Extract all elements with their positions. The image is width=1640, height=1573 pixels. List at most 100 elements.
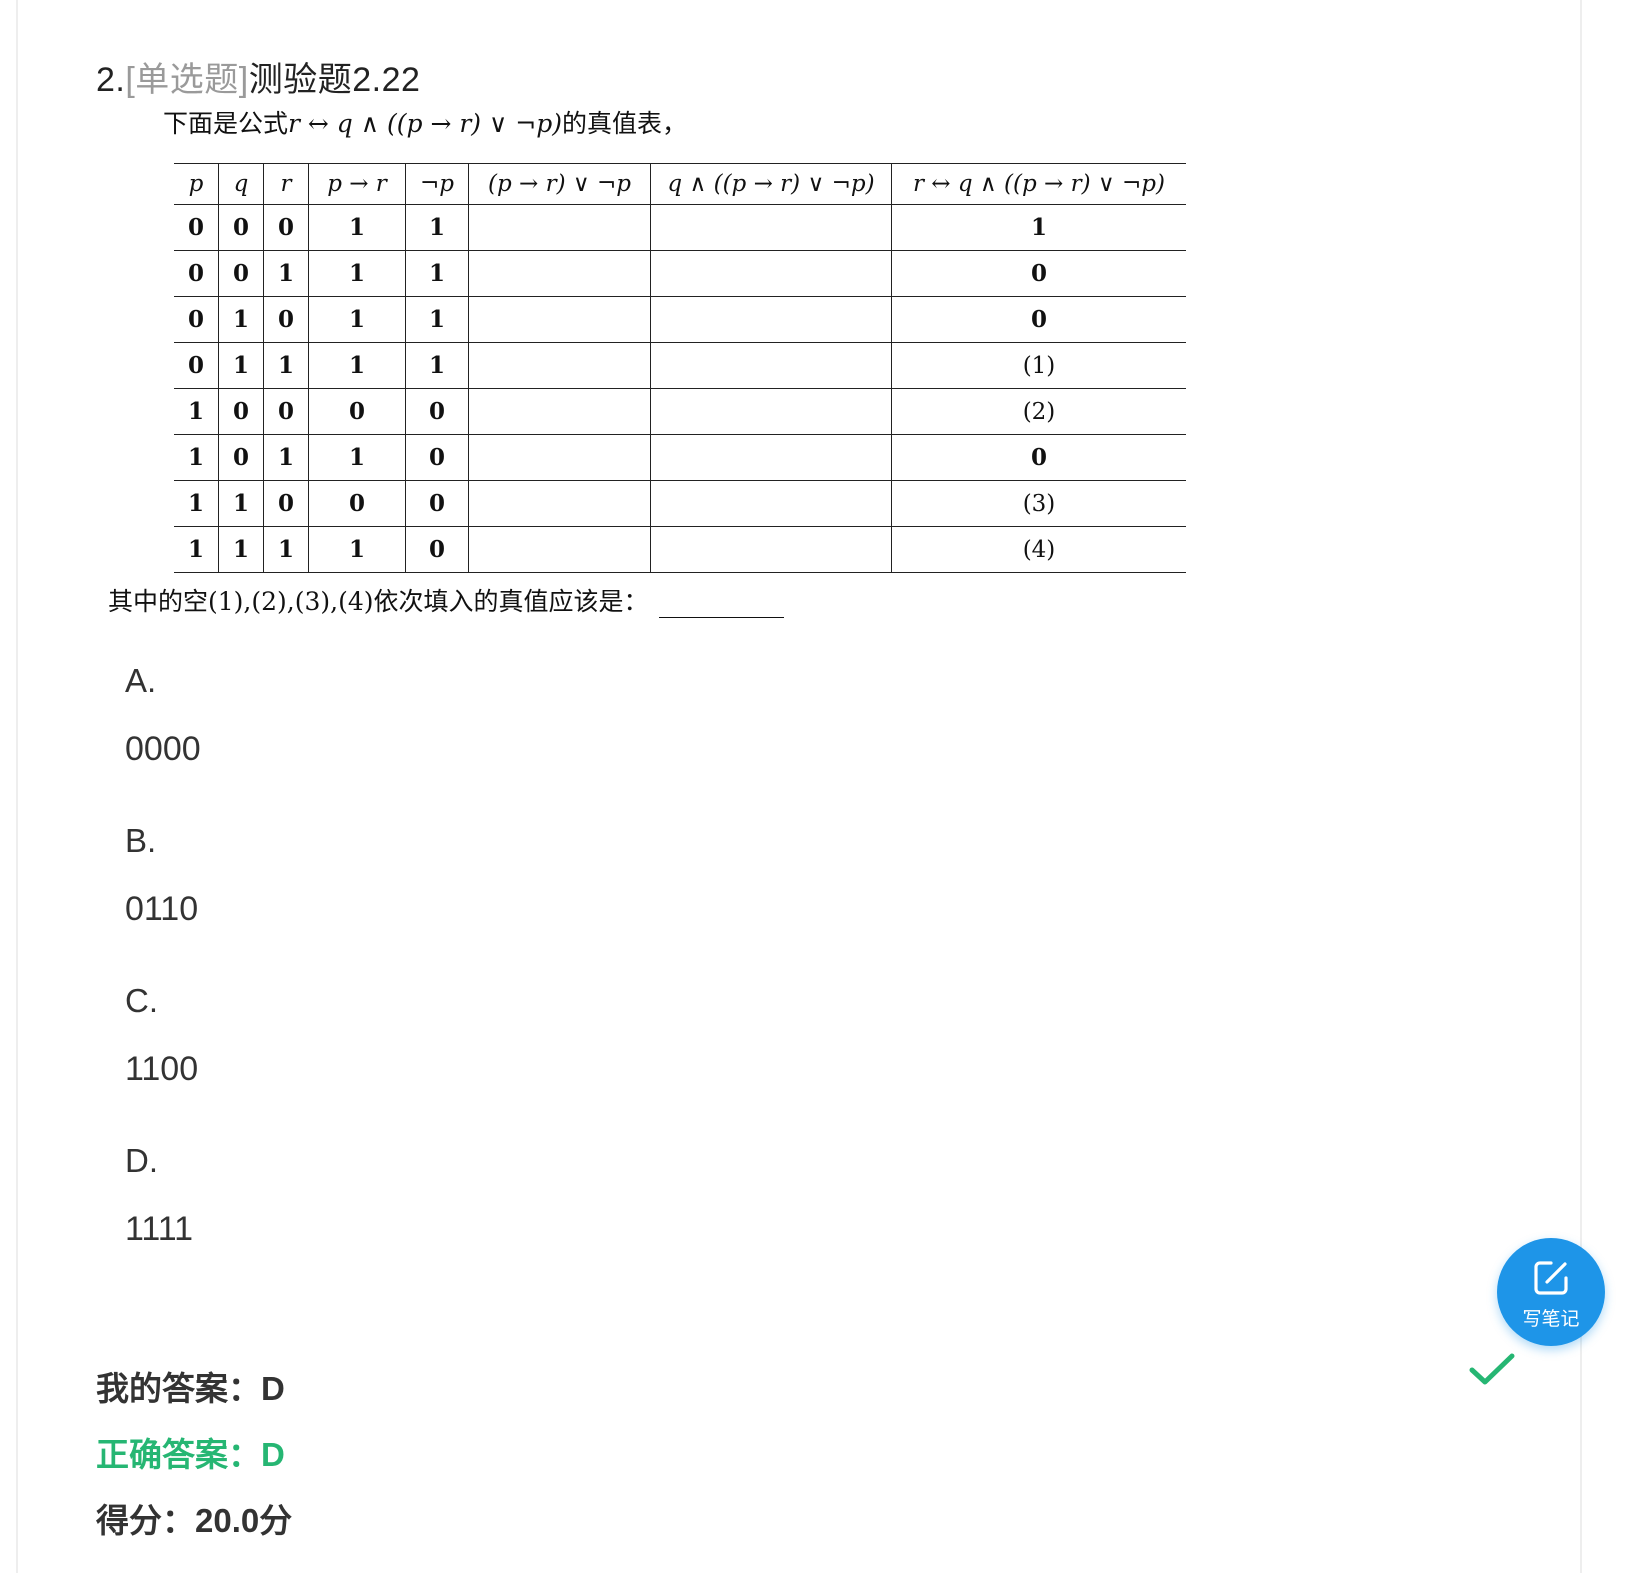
question-type-tag: [单选题] [125,61,249,99]
table-cell [650,342,892,389]
question-number: 2. [96,61,126,99]
table-cell: 1 [174,434,219,481]
table-cell: 1 [308,526,406,573]
option-c-value[interactable]: 1100 [125,1050,198,1089]
option-d-letter[interactable]: D. [125,1142,158,1180]
table-cell: 1 [218,342,264,389]
table-row: 000111 [174,204,1186,251]
table-cell [468,250,651,297]
table-cell: 0 [263,296,309,343]
table-cell: 0 [308,388,406,435]
option-c-letter[interactable]: C. [125,982,158,1020]
table-cell-blank-2: (2) [891,388,1186,435]
table-cell: 0 [263,388,309,435]
check-icon [1469,1353,1515,1385]
table-cell: 1 [308,342,406,389]
table-row: 001110 [174,250,1186,297]
table-cell: 1 [308,204,406,251]
table-row: 1 1 1 1 0 (4) [174,526,1186,573]
table-cell: 1 [263,250,309,297]
table-cell: 0 [174,204,219,251]
table-cell: 0 [405,526,469,573]
table-cell: 0 [263,204,309,251]
table-cell [468,204,651,251]
table-cell: 1 [405,250,469,297]
header-cell: p → r [308,163,406,205]
table-cell: 0 [263,480,309,527]
write-note-label: 写笔记 [1522,1309,1580,1330]
table-cell [468,434,651,481]
truth-table: p q r p → r ¬p (p → r) ∨ ¬p q ∧ ((p → r)… [174,163,1186,573]
header-cell: q ∧ ((p → r) ∨ ¬p) [650,163,892,205]
stem-suffix: 的真值表， [561,109,687,138]
edit-note-icon [1534,1261,1568,1295]
table-row: 0 1 1 1 1 (1) [174,342,1186,389]
table-cell: 0 [891,250,1186,297]
table-cell [468,342,651,389]
table-cell: 1 [263,434,309,481]
correct-answer: 正确答案：D [96,1436,285,1473]
table-cell [650,526,892,573]
table-cell [650,296,892,343]
answer-blank-line [658,591,784,618]
stem-formula: r ↔ q ∧ ((p → r) ∨ ¬p) [288,109,562,138]
option-b-value[interactable]: 0110 [125,890,198,929]
question-card: 2.[单选题]测验题2.22 下面是公式r ↔ q ∧ ((p → r) ∨ ¬… [16,0,1582,1573]
table-cell: 0 [218,250,264,297]
table-cell: 1 [405,204,469,251]
option-a-value[interactable]: 0000 [125,730,201,769]
table-cell: 1 [174,480,219,527]
score: 得分：20.0分 [96,1502,293,1539]
table-row: 1 0 0 0 0 (2) [174,388,1186,435]
table-cell: 1 [263,342,309,389]
table-cell: 0 [405,480,469,527]
table-cell [468,526,651,573]
header-cell: r [263,163,309,205]
fill-prompt: 其中的空(1),(2),(3),(4)依次填入的真值应该是： [108,582,784,618]
table-cell: 1 [218,296,264,343]
write-note-button[interactable]: 写笔记 [1497,1238,1605,1346]
table-cell: 1 [405,342,469,389]
table-cell [650,434,892,481]
table-cell: 1 [174,388,219,435]
stem-prefix: 下面是公式 [163,109,289,138]
header-cell: r ↔ q ∧ ((p → r) ∨ ¬p) [891,163,1186,205]
my-answer: 我的答案：D [96,1370,285,1407]
table-cell [650,204,892,251]
table-cell [468,388,651,435]
table-row: 101100 [174,434,1186,481]
option-b-letter[interactable]: B. [125,822,156,860]
table-cell: 0 [308,480,406,527]
table-row: 1 1 0 0 0 (3) [174,480,1186,527]
question-title: 2.[单选题]测验题2.22 [96,52,420,101]
table-cell: 0 [405,434,469,481]
table-cell [468,296,651,343]
table-cell: 0 [174,342,219,389]
table-cell: 1 [308,296,406,343]
table-cell: 1 [218,480,264,527]
table-cell [468,480,651,527]
option-d-value[interactable]: 1111 [125,1210,193,1249]
question-title-text: 测验题2.22 [248,61,421,99]
table-cell: 0 [174,296,219,343]
table-cell: 0 [218,204,264,251]
table-cell: 0 [174,250,219,297]
table-cell: 1 [174,526,219,573]
question-stem: 下面是公式r ↔ q ∧ ((p → r) ∨ ¬p)的真值表， [163,104,687,140]
table-cell: 0 [405,388,469,435]
table-cell-blank-4: (4) [891,526,1186,573]
table-row: 010110 [174,296,1186,343]
table-cell [650,480,892,527]
table-cell [650,250,892,297]
header-cell: ¬p [405,163,469,205]
table-cell: 0 [218,388,264,435]
header-cell: q [218,163,264,205]
table-cell [650,388,892,435]
table-cell: 0 [218,434,264,481]
table-cell: 1 [891,204,1186,251]
header-cell: (p → r) ∨ ¬p [468,163,651,205]
option-a-letter[interactable]: A. [125,662,156,700]
table-cell: 1 [218,526,264,573]
table-cell: 1 [263,526,309,573]
table-cell: 0 [891,296,1186,343]
